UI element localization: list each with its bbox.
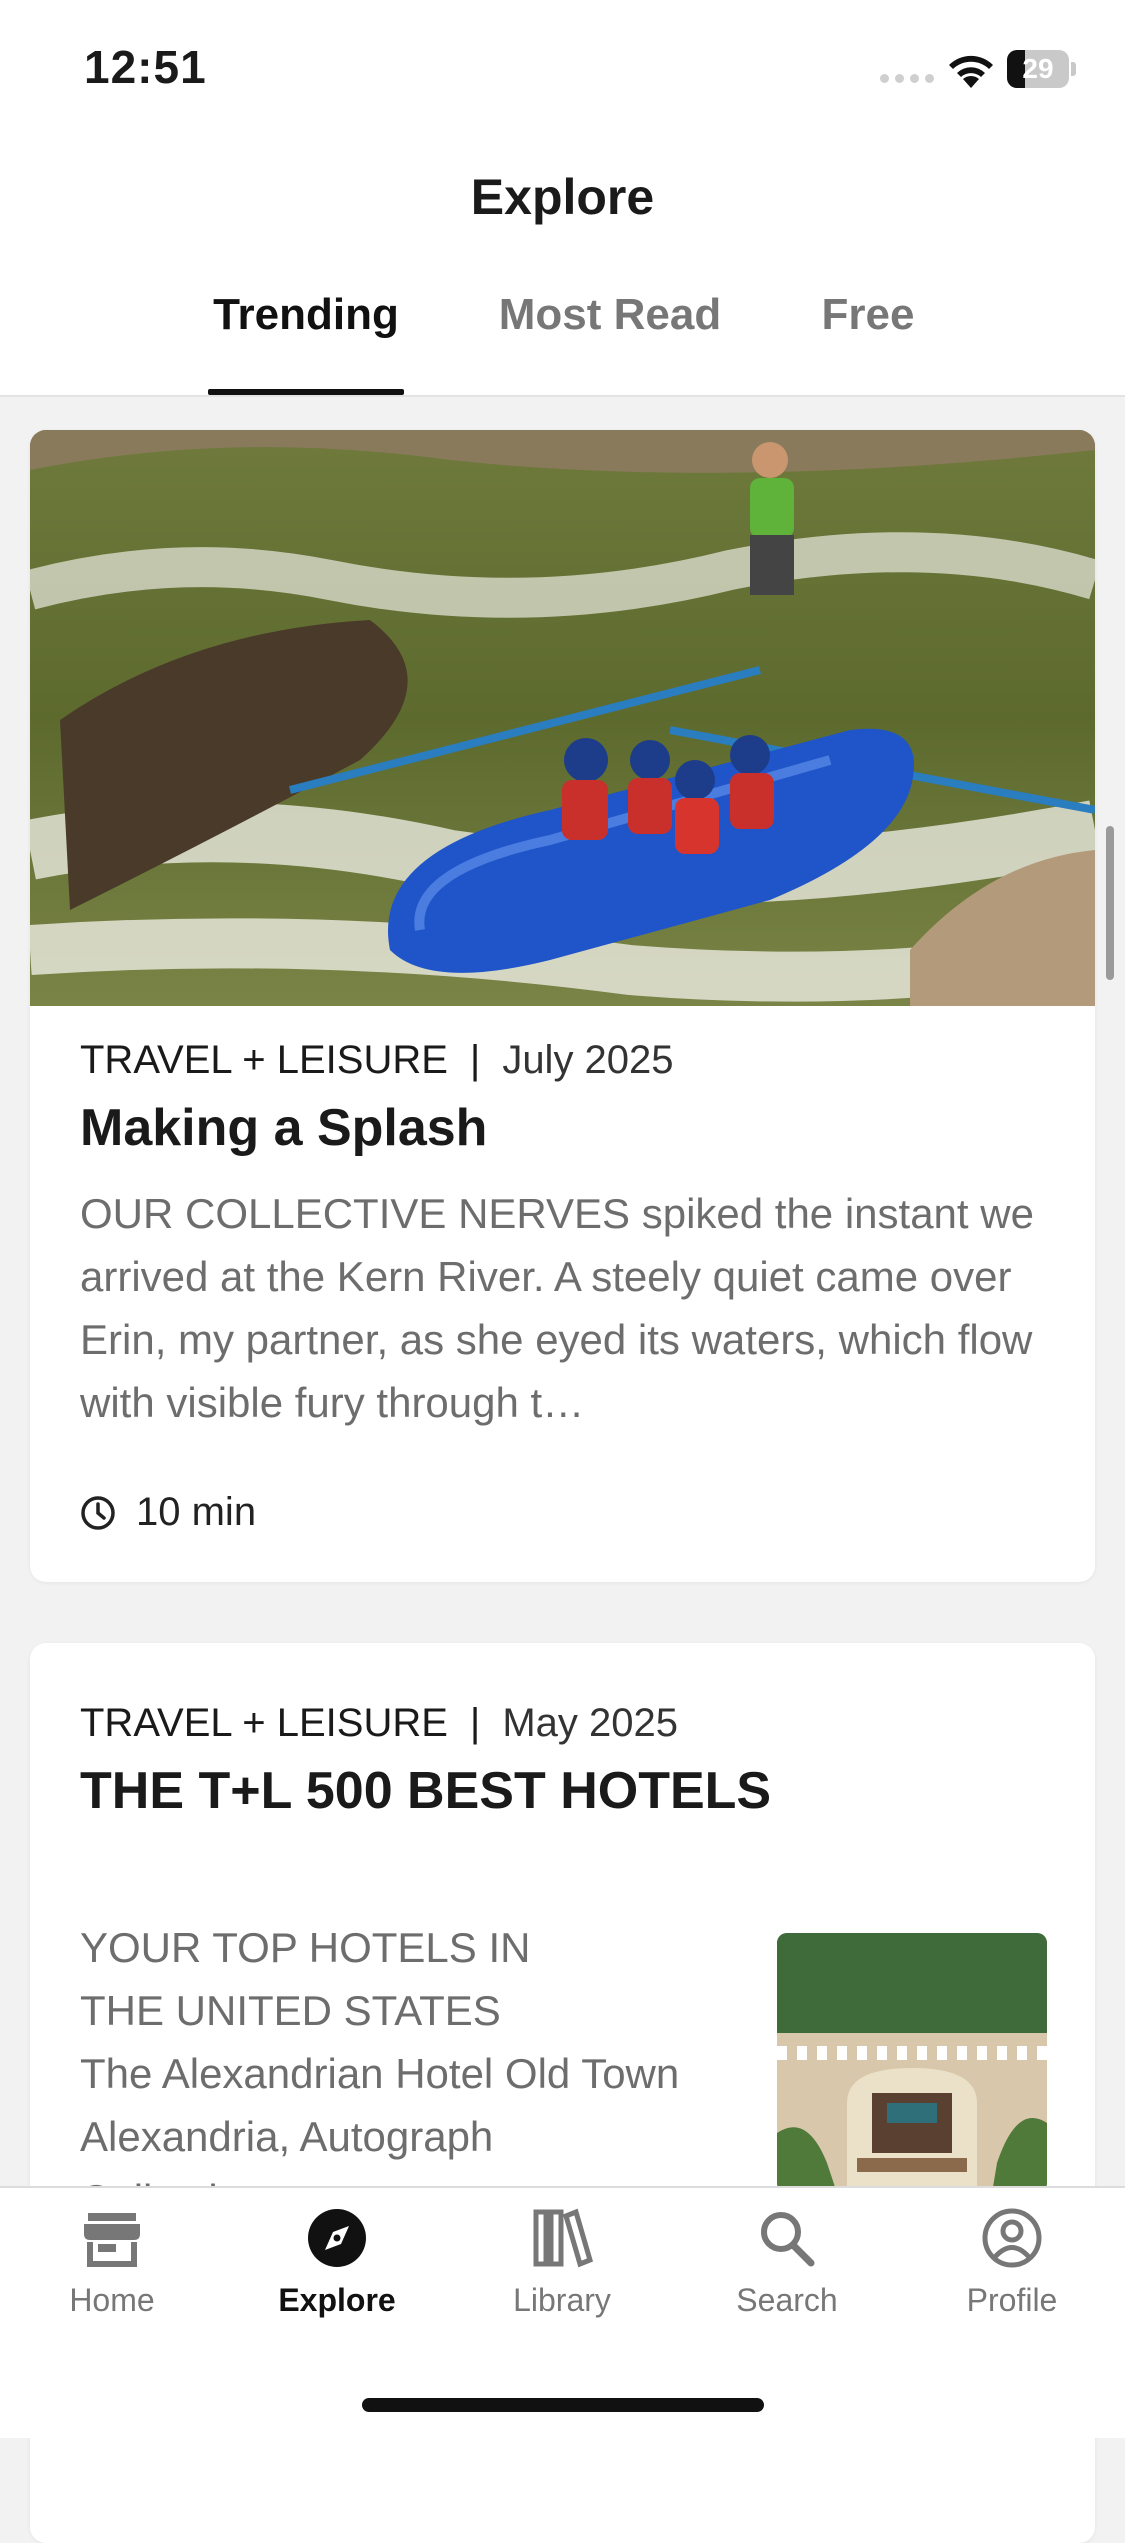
read-time: 10 min [80, 1490, 256, 1535]
article-meta: TRAVEL + LEISURE | July 2025 [80, 1038, 674, 1083]
article-meta: TRAVEL + LEISURE | May 2025 [80, 1701, 678, 1746]
person-circle-icon [982, 2208, 1042, 2268]
publication-name: TRAVEL + LEISURE [80, 1038, 448, 1082]
page-title: Explore [470, 169, 655, 225]
battery-level: 29 [1022, 53, 1054, 84]
issue-date: July 2025 [502, 1038, 674, 1082]
storefront-icon [84, 2213, 140, 2267]
nav-label: Library [513, 2282, 611, 2318]
nav-profile[interactable]: Profile [922, 2208, 1102, 2319]
meta-separator: | [469, 1701, 481, 1745]
status-time: 12:51 [84, 41, 207, 93]
tab-active-underline [208, 389, 404, 395]
nav-label: Explore [278, 2282, 396, 2318]
article-excerpt: OUR COLLECTIVE NERVES spiked the instant… [80, 1190, 1034, 1426]
tab-free[interactable]: Free [815, 290, 921, 395]
scroll-indicator[interactable] [1106, 826, 1114, 980]
read-time-label: 10 min [136, 1490, 257, 1534]
wifi-icon [949, 55, 993, 88]
nav-label: Search [736, 2282, 838, 2318]
search-icon [761, 2212, 815, 2267]
battery-icon: 29 [1007, 50, 1077, 88]
whitewater-rafting-photo [30, 430, 1095, 1006]
article-excerpt: YOUR TOP HOTELS IN THE UNITED STATES The… [80, 1916, 760, 2231]
publication-name: TRAVEL + LEISURE [80, 1701, 448, 1745]
tab-label: Most Read [498, 290, 722, 339]
compass-icon [308, 2209, 366, 2267]
excerpt-line: THE UNITED STATES [80, 1987, 501, 2034]
article-title[interactable]: THE T+L 500 BEST HOTELS [80, 1761, 771, 1821]
nav-label: Home [69, 2282, 155, 2318]
nav-explore[interactable]: Explore [247, 2208, 427, 2319]
hotel-entrance-thumbnail [777, 1933, 1047, 2193]
page-header: Explore Trending Most Read Free [0, 130, 1125, 397]
article-title[interactable]: Making a Splash [80, 1098, 487, 1158]
tab-label: Free [821, 290, 915, 339]
tab-most-read[interactable]: Most Read [490, 290, 730, 395]
issue-date: May 2025 [502, 1701, 678, 1745]
tab-trending[interactable]: Trending [208, 290, 404, 395]
tab-label: Trending [213, 290, 399, 339]
library-books-icon [533, 2208, 594, 2268]
meta-separator: | [469, 1038, 481, 1082]
home-indicator[interactable] [362, 2398, 764, 2412]
explore-tabs: Trending Most Read Free [0, 290, 1125, 395]
nav-search[interactable]: Search [697, 2208, 877, 2319]
clock-icon [81, 1495, 115, 1530]
status-bar: 12:51 29 [0, 0, 1125, 130]
article-card[interactable]: TRAVEL + LEISURE | July 2025 Making a Spla… [30, 430, 1095, 1582]
nav-home[interactable]: Home [22, 2208, 202, 2319]
excerpt-line: Alexandria, Autograph [80, 2113, 494, 2160]
excerpt-line: The Alexandrian Hotel Old Town [80, 2050, 680, 2097]
nav-library[interactable]: Library [472, 2208, 652, 2319]
nav-label: Profile [966, 2282, 1058, 2318]
cellular-signal-icon [880, 74, 934, 83]
excerpt-line: YOUR TOP HOTELS IN [80, 1924, 531, 1971]
